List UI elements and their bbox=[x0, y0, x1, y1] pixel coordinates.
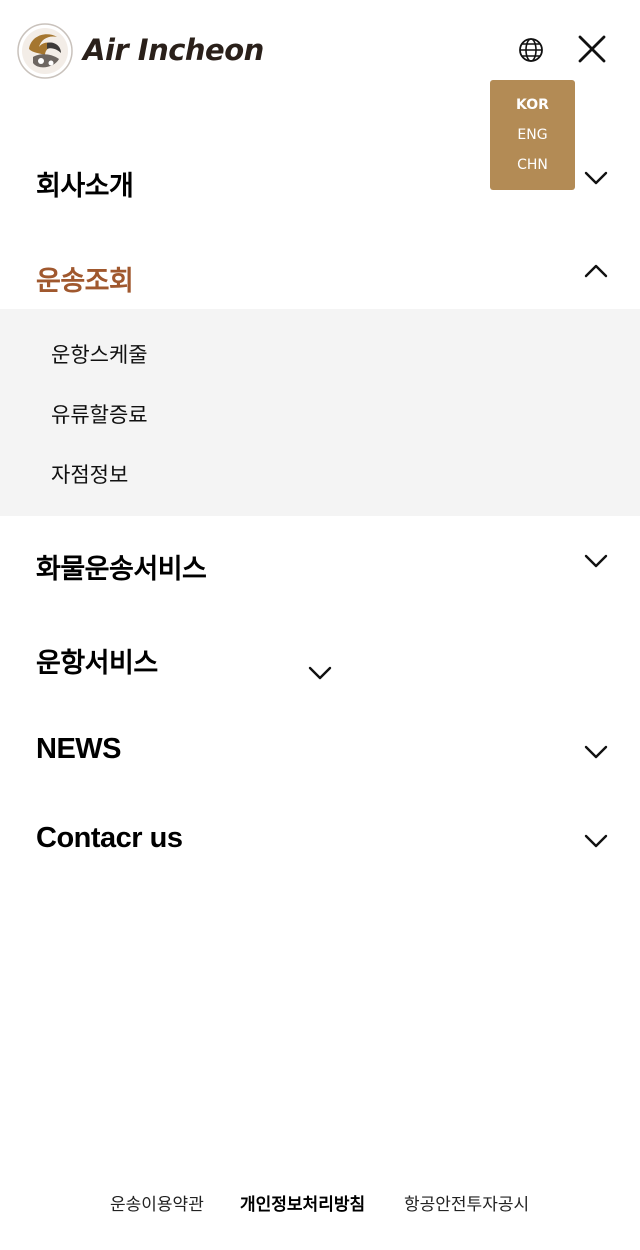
language-option-kor[interactable]: KOR bbox=[490, 94, 575, 124]
nav-item-cargo-service[interactable]: 화물운송서비스 bbox=[0, 543, 640, 593]
nav-item-transport-inquiry[interactable]: 운송조회 bbox=[0, 255, 640, 305]
nav-item-label[interactable]: Contacr us bbox=[36, 822, 183, 855]
globe-icon[interactable] bbox=[517, 36, 545, 64]
brand-name[interactable]: Air Incheon bbox=[83, 33, 264, 67]
language-option-chn[interactable]: CHN bbox=[490, 154, 575, 184]
chevron-down-icon[interactable] bbox=[583, 553, 609, 569]
footer-link-terms[interactable]: 운송이용약관 bbox=[110, 1190, 204, 1215]
chevron-down-icon[interactable] bbox=[307, 665, 333, 681]
air-incheon-logo-icon[interactable] bbox=[17, 23, 73, 79]
nav-item-news[interactable]: NEWS bbox=[0, 730, 640, 780]
submenu-item-branch-info[interactable]: 자점정보 bbox=[51, 459, 128, 489]
chevron-down-icon[interactable] bbox=[583, 833, 609, 849]
close-icon[interactable] bbox=[576, 33, 608, 65]
language-option-eng[interactable]: ENG bbox=[490, 124, 575, 154]
nav-item-label[interactable]: 운송조회 bbox=[36, 259, 134, 298]
footer-link-safety-investment[interactable]: 항공안전투자공시 bbox=[404, 1190, 529, 1215]
chevron-up-icon[interactable] bbox=[583, 263, 609, 279]
language-dropdown: KOR ENG CHN bbox=[490, 80, 575, 190]
submenu-transport-inquiry: 운항스케줄 유류할증료 자점정보 bbox=[0, 309, 640, 516]
nav-item-flight-service[interactable]: 운항서비스 bbox=[0, 637, 640, 687]
nav-item-label[interactable]: 운항서비스 bbox=[36, 641, 158, 680]
nav-item-label[interactable]: NEWS bbox=[36, 733, 122, 766]
chevron-down-icon[interactable] bbox=[583, 170, 609, 186]
nav-item-label[interactable]: 화물운송서비스 bbox=[36, 547, 207, 586]
nav-item-label[interactable]: 회사소개 bbox=[36, 164, 134, 203]
submenu-item-fuel-surcharge[interactable]: 유류할증료 bbox=[51, 399, 148, 429]
footer-links: 운송이용약관 개인정보처리방침 항공안전투자공시 bbox=[0, 1190, 640, 1220]
nav-item-contact[interactable]: Contacr us bbox=[0, 819, 640, 869]
footer-link-privacy[interactable]: 개인정보처리방침 bbox=[240, 1190, 365, 1215]
submenu-item-flight-schedule[interactable]: 운항스케줄 bbox=[51, 339, 148, 369]
chevron-down-icon[interactable] bbox=[583, 744, 609, 760]
